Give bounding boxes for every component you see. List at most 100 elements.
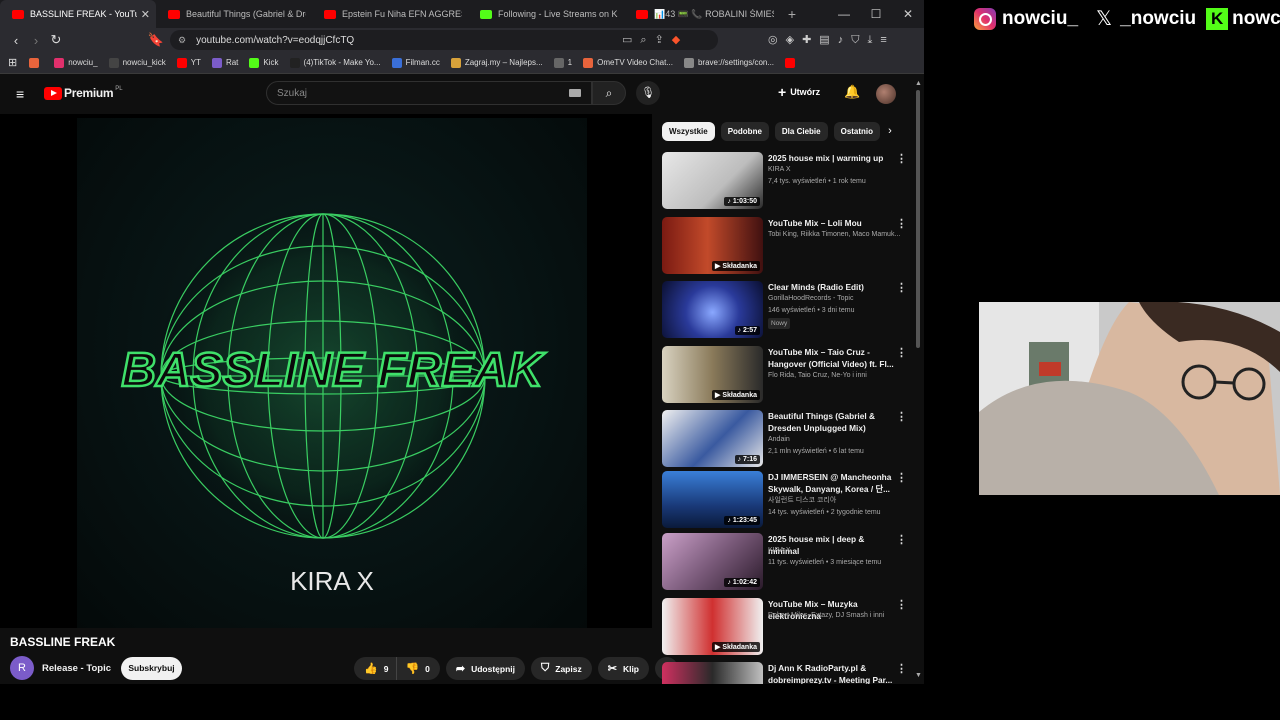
rec-title[interactable]: YouTube Mix – Loli Mou	[768, 217, 896, 229]
recommendation-item[interactable]: ▶ Składanka YouTube Mix – Taio Cruz - Han…	[662, 346, 912, 406]
zoom-icon[interactable]: ⌕	[640, 30, 646, 50]
chip-2[interactable]: Dla Ciebie	[774, 122, 828, 141]
rec-channel[interactable]: Flo Rida, Taio Cruz, Ne-Yo i inni	[768, 370, 908, 382]
share-icon[interactable]: ⇪	[655, 30, 664, 50]
video-thumbnail[interactable]: ♪ 1:02:42	[662, 533, 763, 590]
rec-title[interactable]: 2025 house mix | warming up	[768, 152, 896, 164]
close-window-button[interactable]: ✕	[892, 0, 924, 28]
tab-4[interactable]: 📊43 📟 📞 ROBALINI ŚMIESZNE	[624, 0, 780, 28]
bookmark-5[interactable]: Kick	[249, 57, 279, 68]
like-button[interactable]: 👍 9	[354, 657, 397, 680]
shield-icon[interactable]: ⛉	[851, 28, 859, 52]
rec-channel[interactable]: Robert Miles, Extazy, DJ Smash i inni	[768, 610, 908, 622]
scrollbar[interactable]: ▲ ▼	[914, 80, 922, 684]
tab-2[interactable]: Epstein Fu Niha EFN AGGRESSIVE	[312, 0, 468, 28]
keyboard-icon[interactable]	[569, 89, 581, 97]
recommendation-item[interactable]: Dj Ann K RadioParty.pl & dobreimprezy.tv…	[662, 662, 912, 684]
rec-channel[interactable]: 사일런트 디스코 코리아	[768, 495, 908, 507]
avatar[interactable]	[876, 84, 896, 104]
chip-0[interactable]: Wszystkie	[662, 122, 715, 141]
bookmark-6[interactable]: (4)TikTok - Make Yo...	[289, 57, 381, 68]
bookmark-4[interactable]: Rat	[211, 57, 238, 68]
more-options-icon[interactable]: ⋮	[896, 662, 907, 675]
video-thumbnail[interactable]: ♪ 2:57	[662, 281, 763, 338]
back-icon[interactable]: ‹	[6, 33, 26, 48]
save-button[interactable]: ⛉ Zapisz	[531, 657, 592, 680]
recommendation-item[interactable]: ♪ 1:23:45 DJ IMMERSEIN @ Mancheonha Skywa…	[662, 471, 912, 531]
vpn-icon[interactable]: ◎	[768, 28, 778, 52]
search-button[interactable]: ⌕	[592, 81, 626, 105]
sidebar-icon[interactable]: ▤	[819, 28, 829, 52]
video-thumbnail[interactable]	[662, 662, 763, 684]
recommendation-item[interactable]: ▶ Składanka YouTube Mix – Loli Mou ⋮ Tobi K…	[662, 217, 912, 277]
recommendation-item[interactable]: ♪ 1:03:50 2025 house mix | warming up ⋮ KIR…	[662, 152, 912, 212]
chip-3[interactable]: Ostatnio	[833, 122, 881, 141]
video-thumbnail[interactable]: ♪ 1:23:45	[662, 471, 763, 528]
menu-icon[interactable]: ≡	[880, 28, 886, 52]
wallet-icon[interactable]: ◈	[786, 28, 794, 52]
search-input[interactable]: Szukaj	[266, 81, 592, 105]
channel-info[interactable]: R Release - Topic	[10, 656, 111, 680]
tab-1[interactable]: Beautiful Things (Gabriel & Dresden	[156, 0, 312, 28]
bookmark-icon[interactable]: 🔖	[146, 32, 166, 48]
scroll-up-icon[interactable]: ▲	[915, 80, 922, 87]
tab-0[interactable]: BASSLINE FREAK - YouTube ✕	[0, 0, 156, 28]
download-icon[interactable]: ⤓	[867, 28, 872, 52]
more-options-icon[interactable]: ⋮	[896, 471, 907, 484]
video-thumbnail[interactable]: ♪ 1:03:50	[662, 152, 763, 209]
video-thumbnail[interactable]: ▶ Składanka	[662, 598, 763, 655]
rec-channel[interactable]: GorillaHoodRecords - Topic	[768, 293, 908, 305]
subscribe-button[interactable]: Subskrybuj	[121, 657, 182, 680]
rec-channel[interactable]: KIRA X	[768, 545, 908, 557]
youtube-logo[interactable]: Premium PL	[44, 86, 123, 100]
share-button[interactable]: ➦ Udostępnij	[445, 657, 526, 680]
dislike-button[interactable]: 👎 0	[396, 657, 440, 680]
voice-search-button[interactable]: 🎙	[636, 81, 660, 105]
music-icon[interactable]: ♪	[838, 28, 844, 52]
channel-avatar[interactable]: R	[10, 656, 34, 680]
scroll-down-icon[interactable]: ▼	[915, 672, 922, 679]
bookmark-1[interactable]: nowciu_	[54, 57, 98, 68]
forward-icon[interactable]: ›	[26, 33, 46, 48]
reload-icon[interactable]: ↻	[46, 32, 66, 48]
bookmark-3[interactable]: YT	[176, 57, 201, 68]
rec-title[interactable]: Clear Minds (Radio Edit)	[768, 281, 896, 293]
hamburger-menu-icon[interactable]: ≡	[16, 86, 24, 102]
bookmark-7[interactable]: Filman.cc	[391, 57, 440, 68]
bookmark-2[interactable]: nowciu_kick	[108, 57, 166, 68]
bookmark-11[interactable]: brave://settings/con...	[683, 57, 774, 68]
chip-1[interactable]: Podobne	[720, 122, 769, 141]
rec-channel[interactable]: Andain	[768, 434, 908, 446]
apps-icon[interactable]: ⊞	[8, 56, 17, 69]
channel-name[interactable]: Release - Topic	[42, 663, 111, 674]
maximize-button[interactable]: ☐	[860, 0, 892, 28]
bookmark-10[interactable]: OmeTV Video Chat...	[583, 57, 673, 68]
scroll-thumb[interactable]	[916, 90, 920, 348]
bookmark-8[interactable]: Zagraj.my – Najleps...	[450, 57, 543, 68]
rec-title[interactable]: YouTube Mix – Taio Cruz - Hangover (Offi…	[768, 346, 896, 370]
create-button[interactable]: + Utwórz	[778, 84, 820, 100]
video-thumbnail[interactable]: ♪ 7:16	[662, 410, 763, 467]
recommendation-item[interactable]: ♪ 1:02:42 2025 house mix | deep & minimal…	[662, 533, 912, 593]
tab-3[interactable]: Following - Live Streams on Kick	[468, 0, 624, 28]
minimize-button[interactable]: —	[828, 0, 860, 28]
rec-channel[interactable]: Tobi King, Riikka Timonen, Maco Mamuk...	[768, 229, 908, 241]
bookmark-12[interactable]	[785, 57, 799, 68]
bookmark-0[interactable]	[29, 57, 43, 68]
rec-channel[interactable]: KIRA X	[768, 164, 908, 176]
clip-button[interactable]: ✂ Klip	[597, 657, 649, 680]
extensions-icon[interactable]: ✚	[802, 28, 811, 52]
new-tab-button[interactable]: +	[780, 6, 804, 22]
video-thumbnail[interactable]: ▶ Składanka	[662, 217, 763, 274]
more-options-icon[interactable]: ⋮	[896, 346, 907, 359]
bookmark-9[interactable]: 1	[553, 57, 572, 68]
chevron-right-icon[interactable]: ›	[880, 122, 900, 141]
brave-shield-icon[interactable]: ◆	[672, 30, 680, 50]
recommendation-item[interactable]: ♪ 7:16 Beautiful Things (Gabriel & Dresde…	[662, 410, 912, 470]
rec-title[interactable]: Beautiful Things (Gabriel & Dresden Unpl…	[768, 410, 896, 434]
recommendation-item[interactable]: ♪ 2:57 Clear Minds (Radio Edit) ⋮ GorillaHo…	[662, 281, 912, 341]
site-info-icon[interactable]: ⚙	[178, 35, 186, 46]
more-options-icon[interactable]: ⋮	[896, 410, 907, 423]
video-thumbnail[interactable]: ▶ Składanka	[662, 346, 763, 403]
rec-title[interactable]: Dj Ann K RadioParty.pl & dobreimprezy.tv…	[768, 662, 896, 684]
